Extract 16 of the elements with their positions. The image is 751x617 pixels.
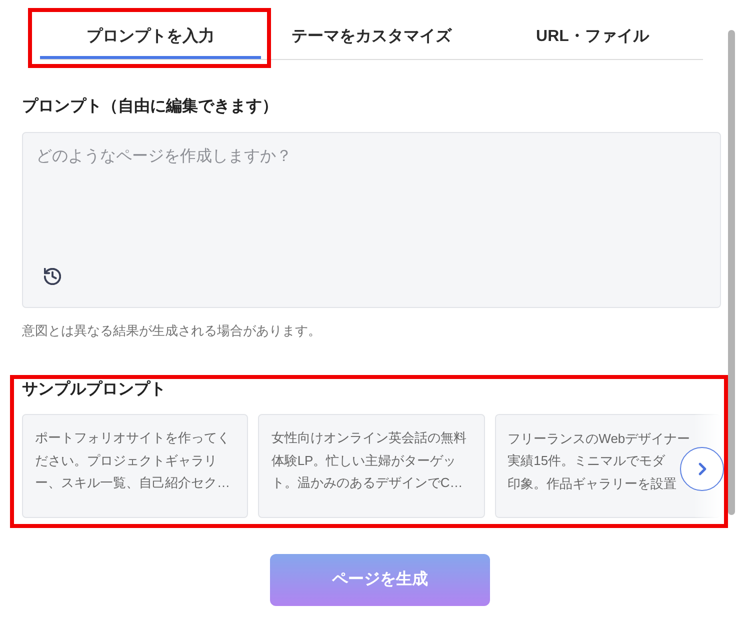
tab[interactable]: テーマをカスタマイズ [261,14,482,59]
sample-prompt-card[interactable]: ポートフォリオサイトを作ってください。プロジェクトギャラリー、スキル一覧、自己紹介セク… [22,414,248,518]
tab[interactable]: プロンプトを入力 [40,14,261,59]
card-text-line: 実績15件。ミニマルでモダ [508,453,666,468]
disclaimer-text: 意図とは異なる結果が生成される場合があります。 [22,322,322,340]
prompt-label: プロンプト（自由に編集できます） [22,96,279,117]
prompt-input[interactable]: どのようなページを作成しますか？ [22,132,721,308]
sample-prompt-card[interactable]: フリーランスのWebデザイナー 実績15件。ミニマルでモダ 印象。作品ギャラリーを設置 [494,414,721,518]
scrollbar-thumb[interactable] [728,30,735,515]
section-title: サンプルプロンプト [22,379,167,400]
chevron-right-icon [696,462,708,476]
tab[interactable]: URL・ファイル [482,14,703,59]
card-text-line: 印象。作品ギャラリーを設置 [508,476,677,490]
history-icon[interactable] [44,268,61,285]
card-text-line: フリーランスのWebデザイナー [508,430,690,446]
sample-prompt-card[interactable]: 女性向けオンライン英会話の無料体験LP。忙しい主婦がターゲット。温かみのあるデザインでC… [258,414,485,518]
